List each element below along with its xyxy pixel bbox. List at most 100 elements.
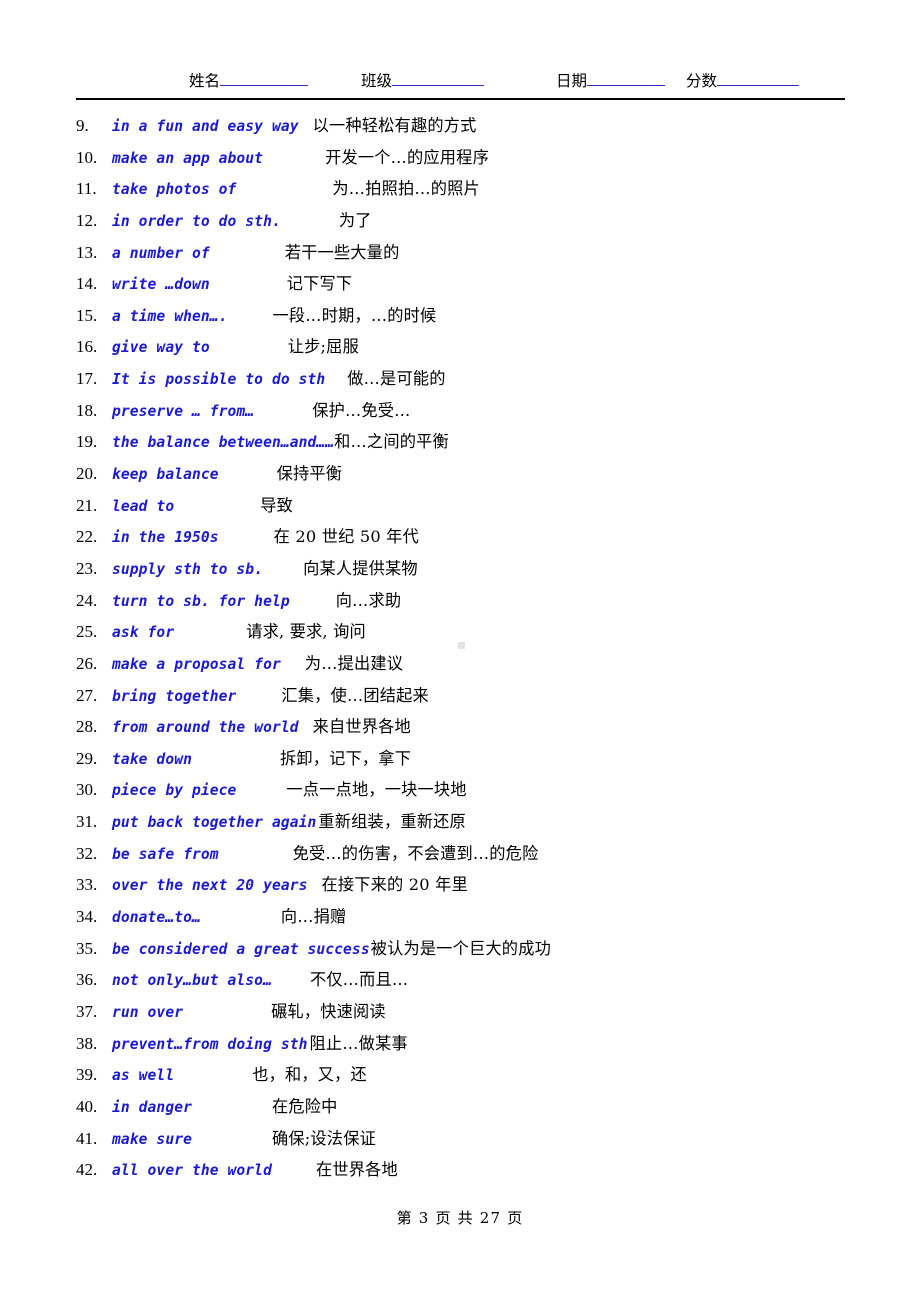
phrase-row: 17. It is possible to do sth 做…是可能的 [76, 365, 876, 397]
phrase-number: 18. [76, 400, 98, 420]
phrase-chinese: 记下写下 [286, 274, 353, 294]
phrase-row: 38. prevent…from doing sth 阻止…做某事 [76, 1030, 876, 1062]
header-label-date: 日期 [556, 72, 588, 90]
phrase-chinese: 为…提出建议 [304, 653, 404, 673]
phrase-english: not only…but also… [112, 972, 272, 990]
phrase-row: 41. make sure 确保;设法保证 [76, 1125, 876, 1157]
phrase-row: 14. write …down 记下写下 [76, 270, 876, 302]
phrase-english: over the next 20 years [112, 877, 308, 895]
phrase-row: 11. take photos of 为…拍照拍…的照片 [76, 175, 876, 207]
phrase-english: be safe from [112, 845, 219, 863]
phrase-number: 24. [76, 590, 98, 610]
phrase-row: 31. put back together again 重新组装，重新还原 [76, 808, 876, 840]
phrase-number: 14. [76, 274, 98, 294]
phrase-number: 13. [76, 242, 98, 262]
document-header: 姓名 班级 日期 分数 [76, 68, 846, 100]
header-blank-name[interactable] [220, 70, 309, 86]
phrase-chinese: 向…捐赠 [280, 907, 347, 927]
phrase-english: keep balance [112, 466, 219, 484]
phrase-number: 20. [76, 464, 98, 484]
phrase-english: take down [112, 750, 192, 768]
phrase-chinese: 导致 [260, 495, 293, 515]
phrase-chinese: 一点一点地，一块一块地 [286, 780, 467, 800]
header-blank-class[interactable] [392, 70, 485, 86]
phrase-row: 28. from around the world 来自世界各地 [76, 713, 876, 745]
phrase-row: 34. donate…to… 向…捐赠 [76, 903, 876, 935]
phrase-chinese: 为了 [338, 210, 372, 230]
phrase-number: 35. [76, 938, 98, 958]
phrase-english: put back together again [112, 814, 317, 832]
header-blank-score[interactable] [717, 70, 800, 86]
phrase-number: 37. [76, 1001, 98, 1021]
phrase-number: 19. [76, 432, 98, 452]
phrase-row: 37. run over 碾轧，快速阅读 [76, 998, 876, 1030]
phrase-row: 15. a time when…. 一段…时期，…的时候 [76, 302, 876, 334]
phrase-chinese: 和…之间的平衡 [334, 432, 449, 452]
page-footer: 第 3 页 共 27 页 [396, 1209, 524, 1227]
phrase-chinese: 以一种轻松有趣的方式 [312, 116, 477, 135]
phrase-english: bring together [112, 687, 237, 705]
phrase-row: 19. the balance between…and……和…之间的平衡 [76, 428, 876, 460]
phrase-row: 36. not only…but also… 不仅…而且… [76, 966, 876, 998]
phrase-english: in order to do sth. [112, 212, 281, 230]
phrase-chinese: 在接下来的 20 年里 [321, 875, 468, 895]
phrase-chinese: 一段…时期，…的时候 [272, 305, 437, 325]
header-field-date[interactable]: 日期 [556, 68, 666, 94]
phrase-number: 28. [76, 717, 98, 737]
phrase-list: 9. in a fun and easy way 以一种轻松有趣的方式 10. make… [76, 112, 876, 1188]
phrase-number: 21. [76, 495, 98, 515]
phrase-row: 10. make an app about 开发一个…的应用程序 [76, 144, 876, 176]
phrase-english: as well [112, 1067, 175, 1085]
phrase-english: in a fun and easy way [112, 118, 299, 135]
header-field-class[interactable]: 班级 [361, 68, 485, 94]
phrase-number: 41. [76, 1128, 98, 1148]
phrase-english: donate…to… [112, 909, 201, 927]
phrase-chinese: 在世界各地 [315, 1160, 398, 1180]
phrase-chinese: 开发一个…的应用程序 [325, 147, 489, 167]
phrase-row: 24. turn to sb. for help 向…求助 [76, 587, 876, 619]
phrase-row: 13. a number of 若干一些大量的 [76, 239, 876, 271]
phrase-chinese: 被认为是一个巨大的成功 [370, 938, 551, 958]
phrase-number: 42. [76, 1160, 98, 1180]
phrase-number: 10. [76, 147, 98, 167]
phrase-row: 26. make a proposal for 为…提出建议 [76, 650, 876, 682]
phrase-row: 20. keep balance 保持平衡 [76, 460, 876, 492]
phrase-number: 23. [76, 558, 98, 578]
phrase-row: 29. take down 拆卸，记下，拿下 [76, 745, 876, 777]
phrase-row: 16. give way to 让步;屈服 [76, 333, 876, 365]
phrase-row: 12. in order to do sth. 为了 [76, 207, 876, 239]
phrase-chinese: 拆卸，记下，拿下 [279, 748, 412, 768]
phrase-number: 25. [76, 622, 98, 642]
header-label-name: 姓名 [189, 72, 221, 90]
phrase-number: 16. [76, 337, 98, 357]
phrase-chinese: 来自世界各地 [312, 717, 411, 737]
phrase-row: 33. over the next 20 years 在接下来的 20 年里 [76, 871, 876, 903]
phrase-number: 39. [76, 1065, 98, 1085]
header-field-name[interactable]: 姓名 [189, 68, 309, 94]
phrase-number: 36. [76, 970, 98, 990]
phrase-chinese: 若干一些大量的 [284, 242, 400, 262]
phrase-chinese: 保持平衡 [276, 464, 343, 484]
phrase-english: from around the world [112, 719, 299, 737]
phrase-row: 39. as well 也，和，又，还 [76, 1061, 876, 1093]
phrase-row: 27. bring together 汇集，使…团结起来 [76, 682, 876, 714]
phrase-number: 33. [76, 875, 98, 895]
phrase-english: in the 1950s [112, 529, 219, 547]
phrase-number: 22. [76, 527, 98, 547]
header-blank-date[interactable] [587, 70, 666, 86]
phrase-chinese: 确保;设法保证 [271, 1128, 376, 1148]
phrase-number: 31. [76, 812, 98, 832]
header-divider-rule [76, 98, 845, 100]
phrase-english: be considered a great success [112, 940, 370, 958]
header-field-score[interactable]: 分数 [686, 68, 800, 94]
phrase-english: all over the world [112, 1162, 272, 1180]
phrase-chinese: 在 20 世纪 50 年代 [273, 527, 419, 547]
phrase-chinese: 向某人提供某物 [303, 558, 418, 578]
phrase-english: preserve … from… [112, 402, 255, 420]
phrase-row: 40. in danger 在危险中 [76, 1093, 876, 1125]
phrase-number: 11. [76, 179, 97, 199]
phrase-chinese: 请求, 要求, 询问 [246, 622, 366, 642]
phrase-chinese: 重新组装，重新还原 [318, 812, 466, 832]
phrase-row: 32. be safe from 免受…的伤害，不会遭到…的危险 [76, 840, 876, 872]
phrase-number: 32. [76, 843, 98, 863]
